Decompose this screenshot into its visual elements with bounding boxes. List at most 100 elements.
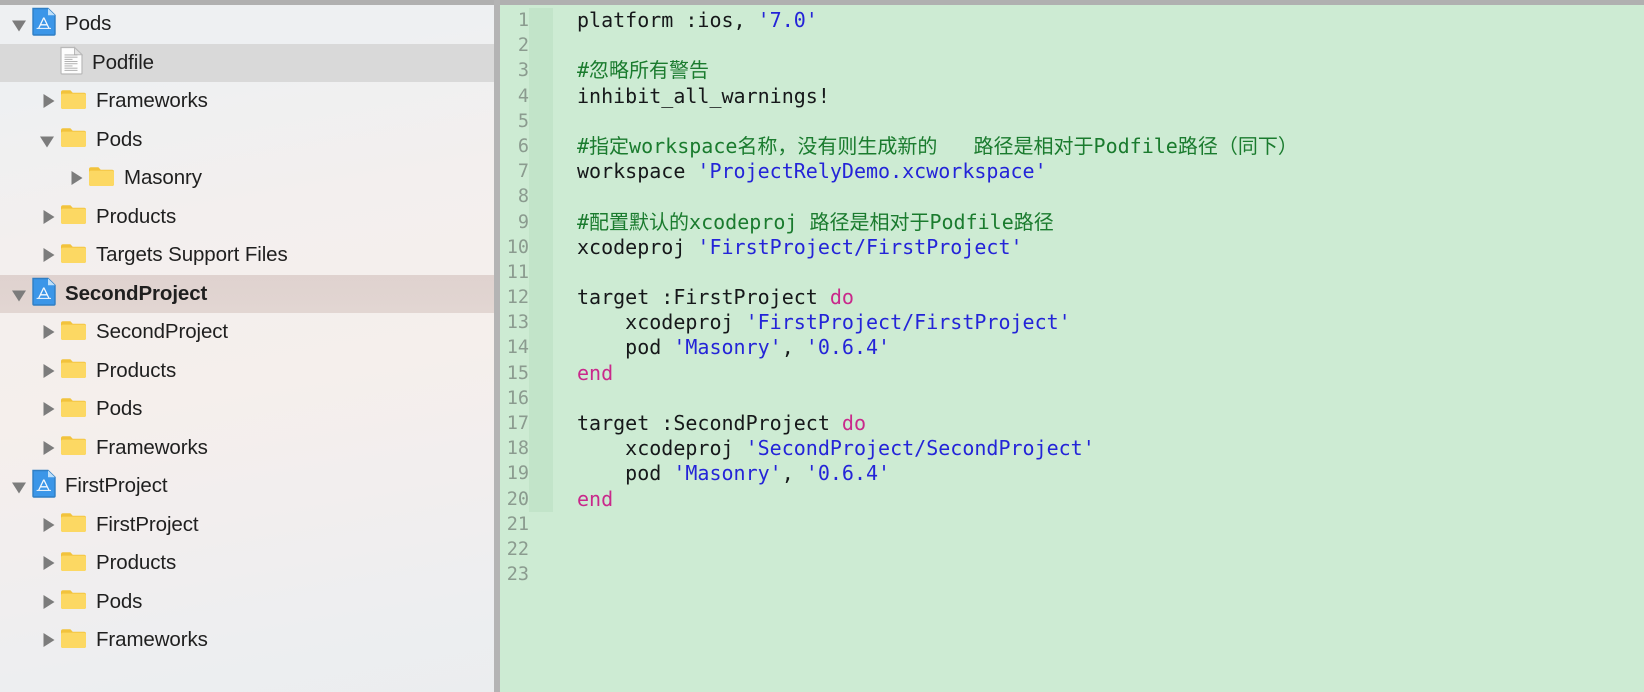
folder-icon [60,396,87,423]
folder-icon [60,550,87,577]
project-navigator[interactable]: Pods Podfile Frameworks Pods Masonry Products… [0,0,494,692]
code-line[interactable]: xcodeproj 'FirstProject/FirstProject' [577,310,1644,335]
chevron-down-icon[interactable] [10,477,28,495]
code-line[interactable]: pod 'Masonry', '0.6.4' [577,335,1644,360]
line-number: 21 [506,513,529,535]
line-number: 10 [506,236,529,258]
code-line[interactable] [577,184,1644,209]
navigator-row-pods[interactable]: Pods [0,5,494,44]
line-number: 16 [506,387,529,409]
line-number: 12 [506,287,529,309]
code-line[interactable]: pod 'Masonry', '0.6.4' [577,461,1644,486]
chevron-right-icon[interactable] [38,400,56,418]
navigator-row-masonry[interactable]: Masonry [0,159,494,198]
code-line[interactable]: target :FirstProject do [577,285,1644,310]
chevron-right-icon[interactable] [38,92,56,110]
chevron-right-icon[interactable] [66,169,84,187]
navigator-row-pods[interactable]: Pods [0,583,494,622]
chevron-right-icon[interactable] [38,362,56,380]
chevron-right-icon[interactable] [38,246,56,264]
code-line[interactable] [577,512,1644,537]
line-number: 18 [506,438,529,460]
code-line[interactable] [577,562,1644,587]
code-token-pln: xcodeproj [577,234,698,259]
chevron-right-icon[interactable] [38,631,56,649]
code-area[interactable]: 1 2 3 4 5 6 7 8 9 10 11 12 13 14 15 16 17 18 19 20 21 22 23 pl… [500,5,1644,692]
row-icon-wrap [32,277,65,311]
code-line[interactable]: platform :ios, '7.0' [577,8,1644,33]
code-token-pln: target :SecondProject [577,411,842,435]
navigator-row-podfile[interactable]: Podfile [0,43,494,82]
navigator-row-products[interactable]: Products [0,544,494,583]
folder-icon [60,511,87,538]
row-icon-wrap [60,627,96,654]
code-line[interactable]: xcodeproj 'SecondProject/SecondProject' [577,436,1644,461]
navigator-row-label: SecondProject [96,320,229,344]
row-icon-wrap [60,319,96,346]
chevron-down-icon[interactable] [10,285,28,303]
chevron-right-icon[interactable] [38,208,56,226]
folder-icon [60,434,87,461]
code-token-cmt: #忽略所有警告 [577,58,710,83]
code-line[interactable] [577,260,1644,285]
navigator-row-frameworks[interactable]: Frameworks [0,429,494,468]
code-line[interactable]: #忽略所有警告 [577,58,1644,83]
navigator-tree[interactable]: Pods Podfile Frameworks Pods Masonry Products… [0,5,494,660]
code-text[interactable]: platform :ios, '7.0' #忽略所有警告 inhibit_all_… [553,5,1644,692]
code-line[interactable] [577,537,1644,562]
navigator-row-products[interactable]: Products [0,198,494,237]
navigator-row-label: Masonry [124,166,202,190]
line-number: 6 [517,135,529,157]
code-line[interactable]: end [577,487,1644,512]
folder-icon [60,242,87,269]
navigator-row-secondproject[interactable]: SecondProject [0,313,494,352]
folder-icon [88,165,115,192]
navigator-row-products[interactable]: Products [0,352,494,391]
chevron-right-icon[interactable] [38,554,56,572]
code-line[interactable]: workspace 'ProjectRelyDemo.xcworkspace' [577,159,1644,184]
code-token-kw: end [577,360,614,385]
navigator-row-pods[interactable]: Pods [0,390,494,429]
line-number: 17 [506,413,529,434]
chevron-right-icon[interactable] [38,593,56,611]
source-editor[interactable]: 1 2 3 4 5 6 7 8 9 10 11 12 13 14 15 16 17 18 19 20 21 22 23 pl… [500,0,1644,692]
chevron-right-icon[interactable] [38,439,56,457]
navigator-row-firstproject[interactable]: FirstProject [0,467,494,506]
code-token-str: 'Masonry' [673,335,782,360]
row-icon-wrap [88,165,124,192]
navigator-row-label: Frameworks [96,435,208,459]
code-token-str: 'Masonry' [673,461,782,486]
code-line[interactable]: end [577,361,1644,386]
chevron-right-icon[interactable] [38,516,56,534]
row-icon-wrap [60,46,92,80]
code-line[interactable]: #配置默认的xcodeproj 路径是相对于Podfile路径 [577,210,1644,235]
code-line[interactable] [577,33,1644,58]
code-line[interactable]: #指定workspace名称，没有则生成新的 路径是相对于Podfile路径（同… [577,134,1644,159]
navigator-row-label: FirstProject [65,474,168,498]
code-token-str: 'ProjectRelyDemo.xcworkspace' [697,159,1047,184]
navigator-row-pods[interactable]: Pods [0,121,494,160]
navigator-row-frameworks[interactable]: Frameworks [0,621,494,660]
folder-icon [60,88,87,115]
chevron-down-icon[interactable] [10,15,28,33]
navigator-row-targets-support-files[interactable]: Targets Support Files [0,236,494,275]
code-line[interactable]: target :SecondProject do [577,411,1644,436]
code-line[interactable]: xcodeproj 'FirstProject/FirstProject' [577,235,1644,260]
code-line[interactable] [577,386,1644,411]
navigator-row-label: Products [96,551,177,575]
code-token-pln: workspace [577,159,698,184]
line-number: 22 [506,538,529,560]
xcode-project-icon [32,277,56,311]
code-line[interactable] [577,109,1644,134]
code-line[interactable]: inhibit_all_warnings! [577,84,1644,109]
code-token-pln: target :FirstProject [577,285,830,310]
chevron-down-icon[interactable] [38,131,56,149]
folder-icon [60,627,87,654]
code-token-str: '0.6.4' [805,335,891,360]
chevron-right-icon[interactable] [38,323,56,341]
code-token-str: '0.6.4' [805,461,891,486]
navigator-row-frameworks[interactable]: Frameworks [0,82,494,121]
code-token-pln: platform :ios, [577,8,758,32]
navigator-row-firstproject[interactable]: FirstProject [0,506,494,545]
navigator-row-secondproject[interactable]: SecondProject [0,274,494,313]
